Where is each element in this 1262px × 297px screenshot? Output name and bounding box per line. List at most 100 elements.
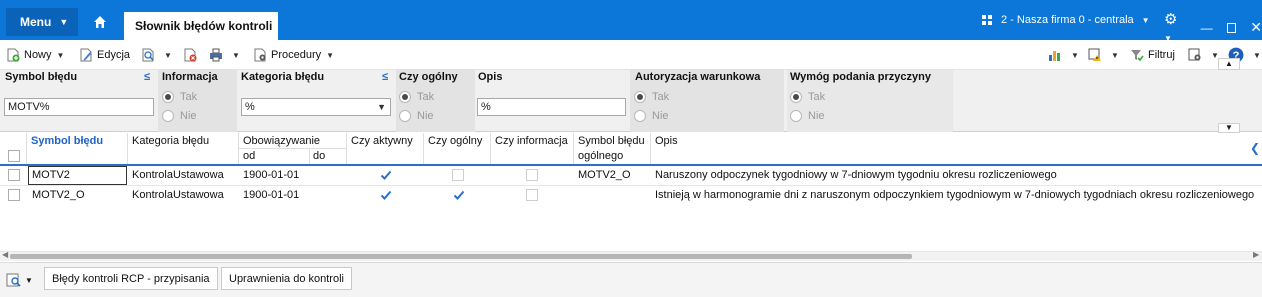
row-checkbox[interactable] (8, 189, 20, 201)
auth-filter-label: Autoryzacja warunkowa (635, 71, 761, 83)
cell-symbol[interactable]: MOTV2_O (32, 189, 85, 201)
chevron-down-icon: ▼ (1071, 50, 1079, 60)
category-filter-select[interactable]: % ▼ (241, 98, 391, 116)
chevron-down-icon: ▼ (25, 275, 33, 285)
info-filter-label: Informacja (162, 71, 218, 83)
control-permissions-button[interactable]: Uprawnienia do kontroli (221, 267, 352, 290)
procedures-label: Procedury (271, 49, 322, 61)
table-row[interactable]: MOTV2_O KontrolaUstawowa 1900-01-01 Istn… (0, 186, 1262, 206)
header-general[interactable]: Czy ogólny (428, 135, 482, 147)
reason-no-radio[interactable]: Nie (790, 110, 825, 122)
edit-label: Edycja (97, 49, 131, 61)
cell-category[interactable]: KontrolaUstawowa (132, 169, 224, 181)
auth-no-radio[interactable]: Nie (634, 110, 669, 122)
warning-button[interactable]: ▼ (1088, 46, 1119, 64)
cell-desc[interactable]: Istnieją w harmonogramie dni z naruszony… (655, 189, 1254, 201)
edit-button[interactable]: Edycja (79, 46, 130, 64)
header-to[interactable]: do (313, 150, 325, 162)
collapse-filter-button[interactable]: ▲ (1218, 58, 1240, 70)
sort-icon[interactable]: ≤ (144, 71, 150, 83)
row-checkbox[interactable] (8, 169, 20, 181)
cell-general-symbol[interactable]: MOTV2_O (578, 169, 631, 181)
header-category[interactable]: Kategoria błędu (132, 135, 209, 147)
header-symbol[interactable]: Symbol błędu (31, 135, 103, 147)
filter-button[interactable]: Filtruj (1130, 46, 1175, 64)
info-checkbox[interactable] (526, 169, 538, 181)
expand-filter-button[interactable]: ▼ (1218, 123, 1240, 133)
minimize-icon[interactable]: — (1201, 21, 1213, 35)
tab-label: Słownik błędów kontroli (135, 19, 273, 33)
info-checkbox[interactable] (526, 189, 538, 201)
sort-icon[interactable]: ≤ (382, 71, 388, 83)
chevron-down-icon: ▼ (377, 102, 386, 112)
info-yes-radio[interactable]: Tak (162, 91, 197, 103)
cell-category[interactable]: KontrolaUstawowa (132, 189, 224, 201)
header-active[interactable]: Czy aktywny (351, 135, 413, 147)
search-button[interactable]: ▼ (6, 272, 33, 288)
general-yes-radio[interactable]: Tak (399, 91, 434, 103)
print-button[interactable]: ▼ (209, 46, 240, 64)
general-filter-label: Czy ogólny (399, 71, 458, 83)
search-icon (6, 273, 21, 287)
scroll-right-icon[interactable]: ▶ (1253, 250, 1259, 259)
symbol-filter-input[interactable]: MOTV% (4, 98, 154, 116)
active-checkbox-checked[interactable] (380, 189, 392, 201)
cell-symbol[interactable]: MOTV2 (32, 169, 70, 181)
settings-icon (1188, 48, 1201, 61)
chart-button[interactable]: ▼ (1048, 46, 1079, 64)
tab-error-dictionary[interactable]: Słownik błędów kontroli (124, 12, 278, 40)
chevron-down-icon: ▼ (232, 50, 240, 60)
reason-filter-label: Wymóg podania przyczyny (790, 71, 931, 83)
scroll-left-icon[interactable]: ◀ (2, 250, 8, 259)
header-info[interactable]: Czy informacja (495, 135, 568, 147)
procedures-button[interactable]: Procedury ▼ (253, 46, 334, 64)
company-selector[interactable]: 2 - Nasza firma 0 - centrala ▼ (982, 12, 1150, 28)
select-all-checkbox[interactable] (8, 150, 20, 162)
grid-icon (982, 14, 992, 25)
chevron-down-icon: ▼ (59, 17, 69, 27)
scrollbar-thumb[interactable] (10, 254, 912, 259)
filter-label: Filtruj (1148, 49, 1175, 61)
settings-button[interactable]: ▼ (1188, 46, 1219, 64)
preview-icon (142, 48, 154, 62)
filter-panel: Symbol błędu ≤ MOTV% Informacja Tak Nie … (0, 58, 1262, 133)
company-label: 2 - Nasza firma 0 - centrala (1001, 14, 1134, 26)
new-button[interactable]: Nowy ▼ (6, 46, 64, 64)
print-icon (210, 48, 222, 62)
auth-yes-radio[interactable]: Tak (634, 91, 669, 103)
general-checkbox-checked[interactable] (453, 189, 465, 201)
header-from[interactable]: od (243, 150, 255, 162)
general-checkbox[interactable] (452, 169, 464, 181)
symbol-filter-label: Symbol błędu (5, 71, 78, 83)
info-no-radio[interactable]: Nie (162, 110, 197, 122)
scroll-left-icon[interactable]: ❮ (1250, 141, 1260, 155)
preview-button[interactable]: ▼ (141, 46, 172, 64)
chart-icon (1049, 51, 1060, 61)
chevron-down-icon: ▼ (1111, 50, 1119, 60)
cell-desc[interactable]: Naruszony odpoczynek tygodniowy w 7-dnio… (655, 169, 1057, 181)
new-label: Nowy (24, 49, 52, 61)
reason-yes-radio[interactable]: Tak (790, 91, 825, 103)
header-desc[interactable]: Opis (655, 135, 678, 147)
maximize-icon[interactable] (1226, 22, 1237, 33)
active-checkbox-checked[interactable] (380, 169, 392, 181)
cell-from[interactable]: 1900-01-01 (243, 169, 299, 181)
bottom-panel: ▼ Błędy kontroli RCP - przypisania Upraw… (0, 262, 1262, 297)
close-icon[interactable]: ✕ (1250, 19, 1262, 36)
category-filter-label: Kategoria błędu (241, 71, 325, 83)
procedures-icon (254, 48, 266, 62)
chevron-down-icon: ▼ (1141, 15, 1150, 25)
toolbar: Nowy ▼ Edycja ▼ ▼ Procedury ▼ ▼ ▼ Filtru… (0, 40, 1262, 70)
table-row[interactable]: MOTV2 KontrolaUstawowa 1900-01-01 MOTV2_… (0, 166, 1262, 186)
home-icon[interactable] (92, 14, 108, 30)
filter-icon (1131, 50, 1144, 62)
menu-button[interactable]: Menu ▼ (6, 8, 78, 36)
cell-from[interactable]: 1900-01-01 (243, 189, 299, 201)
horizontal-scrollbar[interactable]: ◀ ▶ (0, 250, 1262, 261)
delete-icon (184, 48, 197, 62)
rcp-assignments-button[interactable]: Błędy kontroli RCP - przypisania (44, 267, 218, 290)
delete-button[interactable] (183, 46, 201, 64)
header-general-symbol-1[interactable]: Symbol błędu (578, 135, 645, 147)
general-no-radio[interactable]: Nie (399, 110, 434, 122)
desc-filter-input[interactable]: % (477, 98, 626, 116)
